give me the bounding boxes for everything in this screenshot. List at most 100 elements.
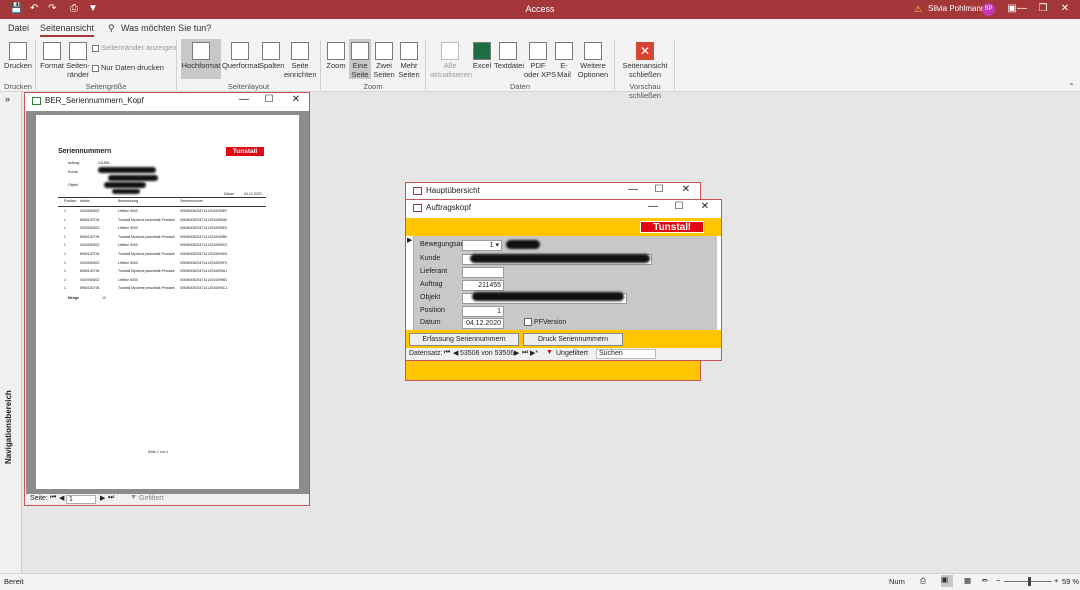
report-cell: 1 xyxy=(64,269,66,274)
report-row: 1 0400900822 Lifeline 5000 0060600823471412… xyxy=(58,226,266,232)
column-header: Bezeichnung xyxy=(118,199,139,203)
email-button[interactable]: E- Mail xyxy=(554,42,574,79)
pdf-button[interactable]: PDF oder XPS xyxy=(524,42,556,79)
minimize-icon[interactable]: — xyxy=(1012,2,1032,16)
avatar[interactable]: SP xyxy=(982,3,995,16)
navigation-pane-label[interactable]: Navigationsbereich xyxy=(4,390,13,464)
record-position[interactable]: 53506 von 53506 xyxy=(460,350,514,357)
prev-page-icon[interactable]: ◀ xyxy=(59,494,64,502)
navigation-pane[interactable]: » Navigationsbereich xyxy=(0,92,22,573)
prev-record-icon[interactable]: ◀ xyxy=(453,349,458,357)
search-input[interactable]: Suchen xyxy=(596,349,656,359)
one-page-button[interactable]: Eine Seite xyxy=(349,39,371,79)
excel-icon xyxy=(473,42,491,60)
landscape-icon xyxy=(231,42,249,60)
report-cell: 0060600823471412034099A1 xyxy=(180,269,228,274)
bewegungsart-select[interactable]: 1 ▾ xyxy=(462,240,502,251)
ribbon: Drucken Format Seiten- ränder Seitenränd… xyxy=(0,38,1080,100)
redacted-block xyxy=(506,240,540,249)
report-window-titlebar[interactable]: BER_Seriennummern_Kopf — ☐ ✕ xyxy=(25,93,309,111)
tab-file[interactable]: Datei xyxy=(8,23,29,33)
group-label-close: Vorschau schließen xyxy=(628,82,662,100)
next-record-icon[interactable]: ▶ xyxy=(514,349,519,357)
refresh-all-button[interactable]: Alle aktualisieren xyxy=(430,42,472,79)
minimize-icon[interactable]: — xyxy=(237,94,251,105)
preview-area[interactable]: Seriennummern Tunstall Auftrag 211455 Ku… xyxy=(26,111,309,494)
close-icon[interactable]: ✕ xyxy=(289,94,303,105)
filter-status[interactable]: Gefiltert xyxy=(139,495,164,502)
close-icon[interactable]: ✕ xyxy=(679,184,693,195)
main-window-title: Hauptübersicht xyxy=(426,186,480,195)
layout-view-icon[interactable]: ▦ xyxy=(964,576,971,585)
record-selector[interactable]: ▶ xyxy=(406,236,414,330)
report-icon xyxy=(32,97,41,105)
show-margins-checkbox[interactable]: Seitenränder anzeigen xyxy=(92,43,176,53)
druck-button[interactable]: Druck Seriennummern xyxy=(523,333,623,346)
first-page-icon[interactable]: ⏮ xyxy=(50,494,56,502)
datum-field[interactable]: 04.12.2020 xyxy=(462,318,504,329)
close-icon[interactable]: ✕ xyxy=(698,201,712,212)
position-field[interactable]: 1 xyxy=(462,306,504,317)
pfversion-label: PFVersion xyxy=(534,319,567,326)
divider xyxy=(58,206,266,207)
format-button[interactable]: Format xyxy=(40,42,64,71)
close-icon[interactable]: ✕ xyxy=(1055,2,1075,16)
erfassung-button[interactable]: Erfassung Seriennummern xyxy=(409,333,519,346)
restore-icon[interactable]: ❐ xyxy=(1033,2,1053,16)
columns-icon xyxy=(262,42,280,60)
auftrag-field[interactable]: 211455 xyxy=(462,280,504,291)
last-page-icon[interactable]: ⏭ xyxy=(108,494,114,502)
zoom-in-icon[interactable]: + xyxy=(1054,576,1058,585)
zoom-out-icon[interactable]: − xyxy=(996,576,1000,585)
minimize-icon[interactable]: — xyxy=(646,201,660,212)
lieferant-field[interactable] xyxy=(462,267,504,278)
new-record-icon[interactable]: ▶* xyxy=(530,349,538,357)
print-preview-view-icon[interactable]: ⎙ xyxy=(920,576,926,586)
maximize-icon[interactable]: ☐ xyxy=(262,94,276,105)
form-window-titlebar[interactable]: Auftragskopf — ☐ ✕ xyxy=(406,200,721,218)
text-file-button[interactable]: Textdatei xyxy=(494,42,524,71)
page-setup-button[interactable]: Seite einrichten xyxy=(284,42,317,79)
next-page-icon[interactable]: ▶ xyxy=(100,494,105,502)
report-row: 1 0400900822 Lifeline 5000 0060600823471412… xyxy=(58,243,266,249)
main-window-titlebar[interactable]: Hauptübersicht — ☐ ✕ xyxy=(406,183,700,199)
expand-nav-icon[interactable]: » xyxy=(5,94,10,104)
landscape-button[interactable]: Querformat xyxy=(222,42,260,71)
two-pages-button[interactable]: Zwei Seiten xyxy=(373,42,395,79)
margins-button[interactable]: Seiten- ränder xyxy=(66,42,90,79)
last-record-icon[interactable]: ⏭ xyxy=(522,349,528,357)
chevron-down-icon[interactable]: ▾ xyxy=(495,242,499,249)
page-number-input[interactable]: 1 xyxy=(66,495,96,504)
excel-button[interactable]: Excel xyxy=(471,42,493,71)
report-cell: 0060600823471412034099B0 xyxy=(180,234,228,239)
tab-print-preview[interactable]: Seitenansicht xyxy=(40,23,95,37)
print-button[interactable]: Drucken xyxy=(4,42,32,71)
title-bar: 💾 ↶ ↷ ⎙ ▼ Access ⚠ Silvia Pohlmann SP ▣ … xyxy=(0,0,1080,19)
tell-me-input[interactable]: Was möchten Sie tun? xyxy=(121,23,211,33)
warning-icon[interactable]: ⚠ xyxy=(914,4,922,15)
filter-icon[interactable]: ▼ xyxy=(130,494,137,501)
no-filter-icon[interactable]: ▼ xyxy=(546,349,553,356)
first-record-icon[interactable]: ⏮ xyxy=(444,349,450,357)
portrait-button[interactable]: Hochformat xyxy=(181,39,221,79)
minimize-icon[interactable]: — xyxy=(626,184,640,195)
more-options-button[interactable]: Weitere Optionen xyxy=(576,42,610,79)
user-name[interactable]: Silvia Pohlmann xyxy=(928,4,985,13)
maximize-icon[interactable]: ☐ xyxy=(672,201,686,212)
columns-button[interactable]: Spalten xyxy=(259,42,284,71)
more-pages-button[interactable]: Mehr Seiten xyxy=(397,42,421,79)
report-preview-window[interactable]: BER_Seriennummern_Kopf — ☐ ✕ Seriennumme… xyxy=(24,92,310,506)
data-only-checkbox[interactable]: Nur Daten drucken xyxy=(92,63,164,73)
report-view-icon[interactable]: ▣ xyxy=(941,575,953,587)
filter-status[interactable]: Ungefiltert xyxy=(556,350,588,357)
zoom-button[interactable]: Zoom xyxy=(324,42,348,71)
close-preview-button[interactable]: ✕ Seitenansicht schließen xyxy=(620,42,670,79)
report-cell: Lifeline 5000 xyxy=(118,226,138,231)
order-header-window[interactable]: Auftragskopf — ☐ ✕ Tunstall ▶ Bewegungsa… xyxy=(405,199,722,361)
maximize-icon[interactable]: ☐ xyxy=(652,184,666,195)
report-cell: 0400900822 xyxy=(80,226,100,231)
zoom-slider-thumb[interactable] xyxy=(1028,577,1031,586)
pfversion-checkbox[interactable] xyxy=(524,318,532,326)
collapse-ribbon-icon[interactable]: ⌃ xyxy=(1068,82,1075,91)
design-view-icon[interactable]: ✏ xyxy=(982,576,988,585)
